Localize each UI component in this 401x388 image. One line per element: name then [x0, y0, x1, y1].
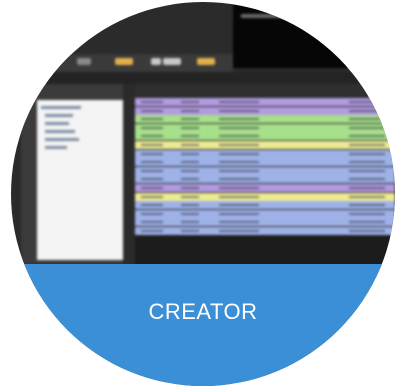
grid-cell [141, 101, 163, 103]
creator-circle[interactable]: CREATOR [11, 2, 395, 386]
grid-cell [141, 144, 163, 146]
grid-cell [181, 126, 199, 129]
grid-cell [219, 187, 259, 189]
grid-row [135, 192, 395, 201]
grid-row [135, 209, 395, 218]
grid-cell [349, 230, 385, 232]
grid-cell [181, 169, 199, 172]
grid-cell [141, 118, 163, 121]
grid-cell [219, 230, 259, 232]
grid-cell [181, 187, 199, 189]
preview-caption-bar [241, 14, 301, 18]
grid-cell [219, 221, 259, 224]
grid-row [135, 98, 395, 106]
grid-cell [349, 204, 385, 207]
grid-cell [349, 187, 385, 189]
grid-cell [141, 212, 163, 215]
tree-item [41, 106, 81, 109]
grid-cell [349, 152, 385, 155]
grid-cell [349, 212, 385, 215]
grid-cell [219, 152, 259, 155]
grid-cell [349, 178, 385, 181]
grid-cell [181, 161, 199, 164]
grid-row [135, 166, 395, 175]
grid-cell [219, 204, 259, 207]
grid-cell [219, 178, 259, 181]
tree-item [45, 114, 73, 117]
tree-item [45, 138, 79, 141]
tab-strip [11, 72, 395, 84]
grid-cell [349, 109, 385, 112]
creator-banner [11, 264, 395, 386]
grid-cell [349, 118, 385, 121]
grid-cell [181, 178, 199, 181]
grid-cell [141, 204, 163, 207]
grid-cell [181, 144, 199, 146]
grid-cell [219, 212, 259, 215]
toolbar-button [77, 58, 91, 65]
grid-cell [181, 221, 199, 224]
grid-row [135, 158, 395, 167]
grid-cell [349, 161, 385, 164]
grid-header [135, 84, 395, 96]
grid-cell [141, 230, 163, 232]
grid-row [135, 123, 395, 132]
grid-cell [141, 135, 163, 138]
grid-cell [181, 212, 199, 215]
tree-item [45, 130, 75, 133]
video-preview [233, 2, 395, 68]
grid-row [135, 175, 395, 184]
grid-row [135, 227, 395, 235]
tree-item [45, 146, 67, 149]
grid-cell [181, 118, 199, 121]
toolbar-button [151, 58, 161, 65]
grid-cell [219, 144, 259, 146]
grid-row [135, 218, 395, 227]
grid-cell [181, 109, 199, 112]
grid-cell [181, 195, 199, 198]
grid-cell [181, 135, 199, 138]
tree-item [45, 122, 69, 125]
grid-cell [141, 195, 163, 198]
grid-cell [219, 169, 259, 172]
grid-cell [349, 221, 385, 224]
grid-cell [141, 169, 163, 172]
grid-cell [219, 126, 259, 129]
toolbar-button [197, 58, 215, 65]
grid-row [135, 106, 395, 115]
grid-row [135, 115, 395, 124]
grid-row [135, 184, 395, 192]
grid-cell [219, 101, 259, 103]
grid-cell [219, 118, 259, 121]
creator-label: CREATOR [148, 299, 258, 324]
toolbar-button [163, 58, 181, 65]
grid-cell [141, 221, 163, 224]
grid-row [135, 201, 395, 210]
grid-cell [349, 195, 385, 198]
grid-cell [219, 109, 259, 112]
grid-cell [349, 135, 385, 138]
grid-cell [141, 161, 163, 164]
grid-cell [349, 126, 385, 129]
grid-cell [181, 230, 199, 232]
grid-row [135, 141, 395, 149]
grid-cell [141, 126, 163, 129]
grid-row [135, 149, 395, 158]
grid-cell [349, 169, 385, 172]
grid-cell [141, 178, 163, 181]
grid-cell [349, 144, 385, 146]
grid-cell [141, 109, 163, 112]
grid-row [135, 132, 395, 141]
grid-cell [219, 161, 259, 164]
grid-cell [181, 204, 199, 207]
toolbar-button [115, 58, 133, 65]
grid-cell [181, 101, 199, 103]
grid-cell [349, 101, 385, 103]
grid-cell [141, 152, 163, 155]
grid-cell [181, 152, 199, 155]
grid-cell [141, 187, 163, 189]
grid-cell [219, 135, 259, 138]
grid-cell [219, 195, 259, 198]
